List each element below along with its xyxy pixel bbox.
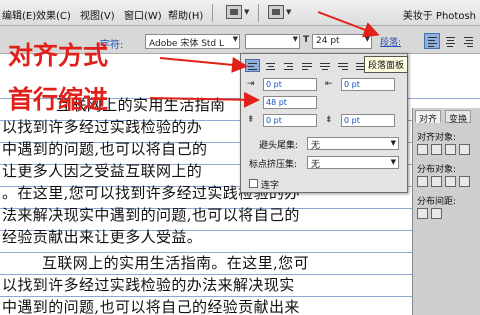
first-line-indent-input[interactable]: 48 pt <box>263 96 317 109</box>
left-indent-input[interactable]: 0 pt <box>263 78 317 91</box>
arrange-documents-icon[interactable] <box>226 5 242 19</box>
justify-last-left-button[interactable] <box>299 59 314 72</box>
distribute-top-icon[interactable] <box>417 176 428 187</box>
distribute-center-icon[interactable] <box>431 176 442 187</box>
align-objects-label: 对齐对象: <box>417 133 457 143</box>
distribute-spacing-buttons <box>417 208 442 219</box>
align-right-button[interactable] <box>460 33 476 49</box>
align-left-button[interactable] <box>424 33 440 49</box>
kinsoku-select[interactable]: 无 ▼ <box>307 137 399 151</box>
kinsoku-label: 避头尾集: <box>259 141 299 151</box>
distribute-objects-label: 分布对象: <box>417 165 457 175</box>
text-line: 以找到许多经过实践检验的办 <box>2 118 203 136</box>
distribute-v-space-icon[interactable] <box>417 208 428 219</box>
font-size-value: 24 pt <box>316 36 340 46</box>
paragraph-panel: ⇥ 0 pt ⇤ 0 pt ↳ 48 pt ⇞ 0 pt ⇟ 0 pt 避头尾集… <box>240 53 408 193</box>
right-indent-input[interactable]: 0 pt <box>341 78 395 91</box>
font-family-value: Adobe 宋体 Std L <box>149 39 225 49</box>
align-top-edges-icon[interactable] <box>459 144 470 155</box>
text-line: 中遇到的问题,也可以将自己的 <box>2 140 208 158</box>
menu-window[interactable]: 窗口(W) <box>124 7 162 22</box>
align-center-button[interactable] <box>442 33 458 49</box>
distribute-spacing-label: 分布间距: <box>417 197 457 207</box>
hyphenate-checkbox[interactable] <box>249 179 258 188</box>
screen-mode-icon[interactable] <box>268 5 284 19</box>
text-line: 以找到许多经过实践检验的办法来解决现实 <box>2 276 295 294</box>
space-before-input[interactable]: 0 pt <box>263 114 317 127</box>
paragraph-panel-link[interactable]: 段落: <box>380 35 401 48</box>
menu-edit[interactable]: 编辑(E) <box>2 7 36 22</box>
right-indent-icon: ⇤ <box>325 79 333 89</box>
text-line: 中遇到的问题,也可以将自己的经验贡献出来 <box>2 298 300 315</box>
chevron-down-icon[interactable]: ▼ <box>286 8 291 16</box>
first-line-indent-icon: ↳ <box>247 97 255 107</box>
font-size-icon: T <box>303 35 310 45</box>
distribute-bottom-icon[interactable] <box>445 176 456 187</box>
space-after-input[interactable]: 0 pt <box>341 114 395 127</box>
align-center-button[interactable] <box>263 59 278 72</box>
workspace-title: 美妆于 Photosh <box>402 11 476 22</box>
space-before-icon: ⇞ <box>247 115 255 125</box>
space-after-icon: ⇟ <box>325 115 333 125</box>
menu-effect[interactable]: 效果(C) <box>36 7 71 22</box>
chevron-down-icon[interactable]: ▼ <box>244 8 249 16</box>
tab-transform[interactable]: 变换 <box>445 110 472 125</box>
mojikumi-value: 无 <box>311 160 321 170</box>
menu-help[interactable]: 帮助(H) <box>168 7 203 22</box>
align-right-button[interactable] <box>281 59 296 72</box>
align-objects-buttons <box>417 144 470 155</box>
text-line: 经验贡献出来让更多人受益。 <box>2 228 203 246</box>
menu-divider <box>212 4 213 22</box>
font-style-select[interactable]: ▼ <box>245 34 300 49</box>
paragraph-panel-tooltip: 段落面板 <box>364 56 409 73</box>
align-left-edges-icon[interactable] <box>417 144 428 155</box>
mojikumi-label: 标点挤压集: <box>249 160 298 170</box>
justify-last-right-button[interactable] <box>335 59 350 72</box>
hyphenate-label: 连字 <box>261 181 280 191</box>
chevron-down-icon: ▼ <box>232 35 238 43</box>
align-h-centers-icon[interactable] <box>431 144 442 155</box>
text-line: 互联网上的实用生活指南。在这里,您可 <box>42 254 309 272</box>
distribute-h-space-icon[interactable] <box>431 208 442 219</box>
left-indent-icon: ⇥ <box>247 79 255 89</box>
chevron-down-icon: ▼ <box>364 35 370 43</box>
mojikumi-select[interactable]: 无 ▼ <box>307 156 399 170</box>
menu-bar: 编辑(E) 效果(C) 视图(V) 窗口(W) 帮助(H) ▼ ▼ 美妆于 Ph… <box>0 0 480 26</box>
chevron-down-icon: ▼ <box>292 35 298 43</box>
menu-view[interactable]: 视图(V) <box>80 7 115 22</box>
font-size-select[interactable]: 24 pt ▼ <box>312 34 372 49</box>
menu-divider <box>258 4 259 22</box>
align-right-edges-icon[interactable] <box>445 144 456 155</box>
align-left-button[interactable] <box>245 59 260 72</box>
annotation-indent: 首行缩进 <box>8 85 109 114</box>
annotation-align: 对齐方式 <box>8 41 109 70</box>
distribute-objects-buttons <box>417 176 470 187</box>
kinsoku-value: 无 <box>311 141 321 151</box>
chevron-down-icon: ▼ <box>390 139 396 147</box>
text-line: 让更多人因之受益互联网上的 <box>2 162 203 180</box>
justify-last-center-button[interactable] <box>317 59 332 72</box>
tab-align[interactable]: 对齐 <box>415 110 442 125</box>
font-family-select[interactable]: Adobe 宋体 Std L ▼ <box>145 34 240 49</box>
align-panel: 对齐 变换 对齐对象: 分布对象: 分布间距: <box>412 108 480 315</box>
distribute-left-icon[interactable] <box>459 176 470 187</box>
chevron-down-icon: ▼ <box>390 158 396 166</box>
text-line: 法来解决现实中遇到的问题,也可以将自己的 <box>2 206 300 224</box>
